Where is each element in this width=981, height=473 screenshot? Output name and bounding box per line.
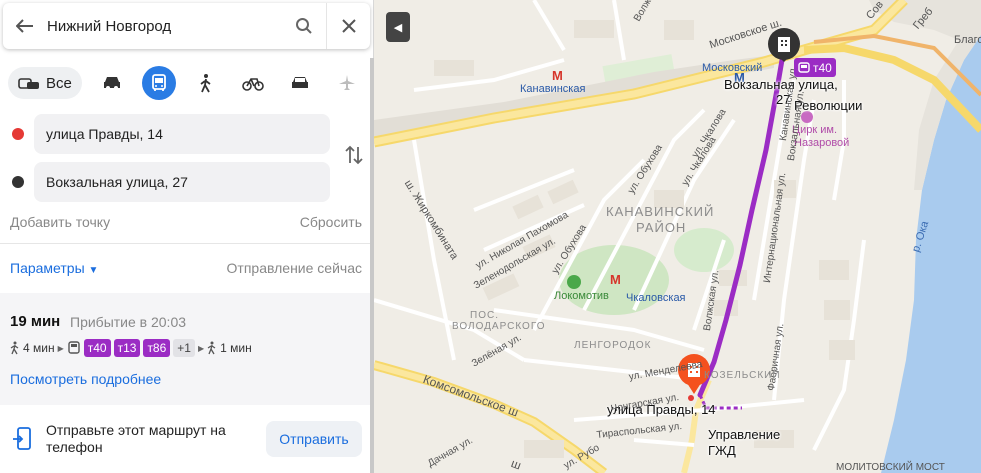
all-transport-icon	[18, 78, 39, 89]
walk-icon	[207, 341, 216, 355]
points-actions: Добавить точку Сбросить	[10, 214, 362, 230]
mode-bike-button[interactable]	[236, 66, 270, 100]
params-row: Параметры ▼ Отправление сейчас	[10, 260, 362, 276]
label-kozelsky: КОЗЕЛЬСКИЙ	[704, 370, 781, 381]
route-details-link[interactable]: Посмотреть подробнее	[10, 371, 161, 387]
label-blago: Благо	[954, 34, 981, 46]
send-to-phone-section: Отправьте этот маршрут на телефон Отправ…	[0, 405, 374, 473]
step-arrow-icon: ▶	[57, 343, 64, 353]
svg-text:M: M	[552, 68, 563, 83]
bus-icon	[798, 61, 810, 73]
metro-icon-kanavinskaya: M	[552, 68, 563, 83]
metro-icon-chkalovskaya: M	[610, 272, 621, 287]
label-district-1: КАНАВИНСКИЙ	[606, 204, 715, 219]
swap-icon	[345, 145, 363, 165]
panel-scrollbar[interactable]	[370, 58, 374, 473]
arrow-left-icon	[16, 19, 33, 33]
bicycle-icon	[242, 78, 264, 91]
mode-all-button[interactable]: Все	[8, 67, 82, 99]
bus-icon	[68, 341, 80, 354]
phone-send-icon	[13, 427, 31, 450]
transport-mode-selector: Все	[8, 66, 364, 100]
label-moskovsky: Московский	[702, 62, 763, 74]
label-pos-1: ПОС.	[470, 310, 499, 321]
label-molitovsky: МОЛИТОВСКИЙ МОСТ	[836, 462, 945, 473]
svg-text:M: M	[610, 272, 621, 287]
route-panel: Нижний Новгород Все улица Правды, 14 Вок…	[0, 0, 374, 473]
search-icon	[296, 18, 312, 34]
mode-plane-button[interactable]	[330, 66, 364, 100]
walk-icon	[200, 74, 211, 93]
route-duration: 19 мин	[10, 313, 61, 330]
road-south	[681, 378, 712, 473]
walk-after-time: 1 мин	[220, 341, 252, 355]
route-option-card[interactable]: 19 мин Прибытие в 20:03 4 мин ▶ т40 т13 …	[0, 293, 374, 405]
send-to-phone-text: Отправьте этот маршрут на телефон	[46, 422, 226, 455]
route-start-dot	[688, 395, 694, 401]
label-gzhd: ГЖД	[708, 443, 736, 458]
bus-badge-3: т86	[143, 339, 171, 357]
chevron-left-icon: ◀	[393, 21, 403, 34]
send-button[interactable]: Отправить	[266, 421, 362, 457]
end-point-dot	[12, 176, 24, 188]
divider	[0, 243, 374, 244]
plane-icon	[338, 75, 355, 90]
mode-walk-button[interactable]	[189, 66, 223, 100]
params-dropdown[interactable]: Параметры ▼	[10, 260, 98, 276]
car-icon	[103, 77, 120, 90]
map-bus-stop-label: т40	[813, 60, 832, 75]
more-buses-badge: +1	[173, 339, 195, 357]
walk-before-time: 4 мин	[23, 341, 55, 355]
label-pos-2: ВОЛОДАРСКОГО	[452, 321, 546, 332]
bus-icon	[151, 74, 166, 91]
mode-bus-button[interactable]	[141, 66, 176, 100]
add-point-link[interactable]: Добавить точку	[10, 214, 110, 230]
mode-car-button[interactable]	[95, 66, 129, 100]
label-upravlenie: Управление	[708, 427, 781, 442]
label-vokzal-top: Вокзальная улица,	[724, 77, 838, 92]
search-button[interactable]	[282, 3, 326, 49]
search-bar: Нижний Новгород	[3, 3, 370, 49]
params-label: Параметры	[10, 260, 85, 276]
back-button[interactable]	[3, 3, 47, 49]
label-lengorodok: ЛЕНГОРОДОК	[574, 340, 652, 351]
close-icon	[341, 19, 356, 33]
mode-all-label: Все	[46, 74, 72, 92]
walk-icon	[10, 341, 19, 355]
start-point-dot	[12, 128, 24, 140]
label-nazarovoi: Назаровой	[794, 137, 850, 149]
route-arrival: Прибытие в 20:03	[70, 314, 187, 330]
route-steps: 4 мин ▶ т40 т13 т86 +1 ▶ 1 мин	[10, 338, 252, 358]
from-field[interactable]: улица Правды, 14	[34, 114, 330, 154]
taxi-icon	[291, 77, 308, 88]
route-point-from: улица Правды, 14	[0, 114, 374, 154]
departure-time[interactable]: Отправление сейчас	[227, 260, 362, 276]
search-input[interactable]: Нижний Новгород	[47, 18, 282, 35]
reset-link[interactable]: Сбросить	[300, 214, 362, 230]
label-chkalovskaya: Чкаловская	[626, 292, 686, 304]
stadium-icon	[567, 275, 581, 289]
label-kanavinskaya: Канавинская	[520, 83, 586, 95]
clear-search-button[interactable]	[326, 3, 370, 49]
collapse-panel-button[interactable]: ◀	[386, 12, 410, 42]
mode-taxi-button[interactable]	[283, 66, 317, 100]
map-bus-stop-badge[interactable]: т40	[794, 58, 836, 77]
swap-points-button[interactable]	[342, 143, 366, 167]
label-lokomotiv: Локомотив	[554, 290, 609, 302]
map-view[interactable]: M M M Московское ш. Сов Греб Благо Канав…	[374, 0, 981, 473]
route-point-to: Вокзальная улица, 27	[0, 162, 374, 202]
label-district-2: РАЙОН	[636, 220, 687, 235]
bus-badge-1: т40	[83, 339, 111, 357]
chevron-down-icon: ▼	[88, 265, 99, 276]
bus-badge-2: т13	[113, 339, 141, 357]
step-arrow-icon: ▶	[197, 343, 205, 353]
to-field[interactable]: Вокзальная улица, 27	[34, 162, 330, 202]
